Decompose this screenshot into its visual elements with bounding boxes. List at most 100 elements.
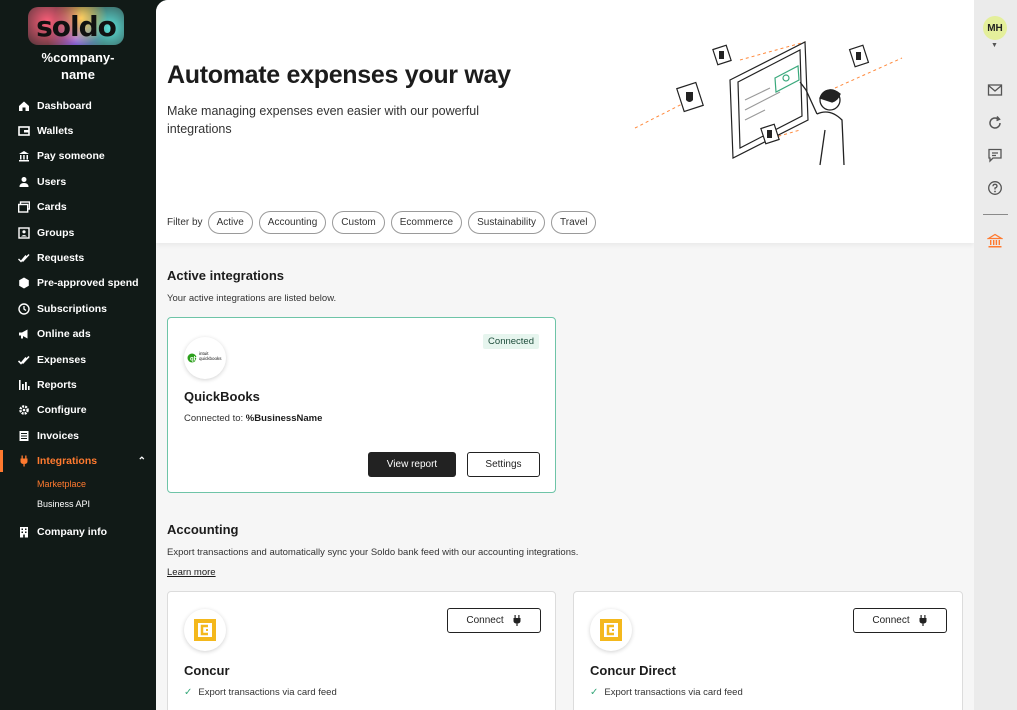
page-title: Automate expenses your way — [167, 61, 511, 89]
refresh-icon[interactable] — [987, 115, 1003, 131]
sidebar-item-label: Wallets — [37, 125, 74, 138]
concur-direct-card: Connect Concur Direct ✓ Export transactio… — [573, 591, 963, 710]
sidebar-nav: Dashboard Wallets Pay someone Users Card… — [0, 93, 156, 544]
company-name: %company-name — [41, 50, 115, 82]
megaphone-icon — [19, 329, 28, 339]
chevron-down-icon[interactable]: ▼ — [991, 42, 998, 49]
soldo-logo[interactable]: soldo — [28, 7, 124, 45]
sidebar-item-label: Expenses — [37, 353, 87, 366]
logo-text: soldo — [36, 9, 117, 43]
sidebar-item-reports[interactable]: Reports — [0, 372, 156, 397]
concur-feature: ✓ Export transactions via card feed — [184, 687, 337, 698]
connected-to-text: Connected to: %BusinessName — [184, 413, 322, 424]
sidebar-item-label: Cards — [37, 201, 67, 214]
connect-label: Connect — [872, 615, 910, 626]
view-report-button[interactable]: View report — [368, 452, 456, 477]
sidebar-item-label: Requests — [37, 252, 85, 265]
settings-button[interactable]: Settings — [467, 452, 540, 477]
filter-chip-custom[interactable]: Custom — [332, 211, 385, 234]
concur-name: Concur — [184, 663, 230, 678]
sidebar-item-label: Users — [37, 175, 67, 188]
expenses-check-icon — [18, 355, 30, 365]
groups-icon — [18, 226, 30, 239]
main-content: Automate expenses your way Make managing… — [156, 0, 974, 710]
hero-banner: Automate expenses your way Make managing… — [156, 0, 974, 243]
sidebar-item-label: Dashboard — [37, 99, 92, 112]
sidebar-item-label: Reports — [37, 378, 77, 391]
filter-chip-accounting[interactable]: Accounting — [258, 211, 327, 234]
connect-button[interactable]: Connect — [853, 608, 947, 633]
invoices-icon — [19, 430, 29, 441]
learn-more-link[interactable]: Learn more — [167, 567, 216, 578]
sidebar-item-users[interactable]: Users — [0, 169, 156, 194]
filter-chip-active[interactable]: Active — [207, 211, 253, 234]
right-rail: MH ▼ — [974, 0, 1017, 710]
check-icon: ✓ — [590, 687, 599, 698]
sidebar-subitem-marketplace[interactable]: Marketplace — [0, 474, 156, 494]
sidebar-item-pay-someone[interactable]: Pay someone — [0, 144, 156, 169]
concur-logo-icon — [194, 619, 216, 641]
sidebar-item-wallets[interactable]: Wallets — [0, 118, 156, 143]
concur-logo-icon — [600, 619, 622, 641]
sidebar-item-label: Groups — [37, 226, 75, 239]
concur-logo — [184, 609, 226, 651]
building-icon — [20, 526, 28, 538]
sidebar-item-label: Pre-approved spend — [37, 277, 139, 290]
pay-icon — [19, 151, 29, 162]
sidebar-item-company-info[interactable]: Company info — [0, 519, 156, 544]
requests-icon — [18, 254, 30, 263]
pre-approved-icon — [19, 277, 29, 289]
quickbooks-name: QuickBooks — [184, 389, 260, 404]
connect-label: Connect — [466, 615, 504, 626]
filter-label: Filter by — [167, 217, 203, 228]
svg-text:qb: qb — [190, 357, 198, 363]
accounting-subtitle: Export transactions and automatically sy… — [167, 547, 579, 558]
sidebar-item-subscriptions[interactable]: Subscriptions — [0, 296, 156, 321]
sidebar-subitem-business-api[interactable]: Business API — [0, 494, 156, 514]
concur-card: Connect Concur ✓ Export transactions via … — [167, 591, 556, 710]
sidebar-item-groups[interactable]: Groups — [0, 220, 156, 245]
help-icon[interactable] — [987, 180, 1003, 196]
sidebar-item-integrations[interactable]: Integrations ⌃ — [0, 448, 156, 473]
sidebar-item-label: Pay someone — [37, 150, 105, 163]
sidebar-item-label: Integrations — [37, 455, 98, 468]
sidebar-item-requests[interactable]: Requests — [0, 245, 156, 270]
filter-chip-sustainability[interactable]: Sustainability — [468, 211, 546, 234]
plug-icon — [20, 455, 28, 467]
feature-text: Export transactions via card feed — [198, 687, 337, 698]
user-icon — [19, 176, 29, 187]
avatar[interactable]: MH — [983, 16, 1007, 40]
sidebar-item-pre-approved-spend[interactable]: Pre-approved spend — [0, 271, 156, 296]
integration-illustration — [634, 41, 903, 166]
filter-chip-ecommerce[interactable]: Ecommerce — [390, 211, 463, 234]
connected-badge: Connected — [483, 334, 539, 349]
filter-chip-travel[interactable]: Travel — [551, 211, 597, 234]
sidebar: soldo %company-name Dashboard Wallets Pa… — [0, 0, 156, 710]
bank-icon[interactable] — [987, 233, 1003, 249]
page-subtitle: Make managing expenses even easier with … — [167, 104, 479, 136]
sidebar-item-dashboard[interactable]: Dashboard — [0, 93, 156, 118]
sidebar-item-label: Invoices — [37, 429, 80, 442]
sidebar-item-invoices[interactable]: Invoices — [0, 423, 156, 448]
accounting-title: Accounting — [167, 522, 239, 537]
sidebar-item-cards[interactable]: Cards — [0, 195, 156, 220]
subscriptions-icon — [18, 303, 30, 315]
mail-icon[interactable] — [987, 82, 1003, 98]
feature-text: Export transactions via card feed — [604, 687, 743, 698]
wallet-icon — [18, 126, 30, 136]
sidebar-item-configure[interactable]: Configure — [0, 398, 156, 423]
sidebar-item-online-ads[interactable]: Online ads — [0, 322, 156, 347]
active-integrations-title: Active integrations — [167, 268, 285, 283]
sidebar-item-expenses[interactable]: Expenses — [0, 347, 156, 372]
chevron-up-icon[interactable]: ⌃ — [138, 456, 146, 467]
connect-button[interactable]: Connect — [447, 608, 541, 633]
sidebar-item-label: Company info — [37, 525, 107, 538]
quickbooks-logo-text: intuit quickbooks — [199, 351, 222, 361]
home-icon — [19, 101, 29, 111]
rail-divider — [983, 214, 1008, 215]
concur-direct-feature: ✓ Export transactions via card feed — [590, 687, 743, 698]
chat-icon[interactable] — [987, 147, 1003, 163]
gear-icon — [19, 405, 29, 416]
sidebar-item-label: Online ads — [37, 328, 91, 341]
cards-icon — [18, 201, 30, 213]
